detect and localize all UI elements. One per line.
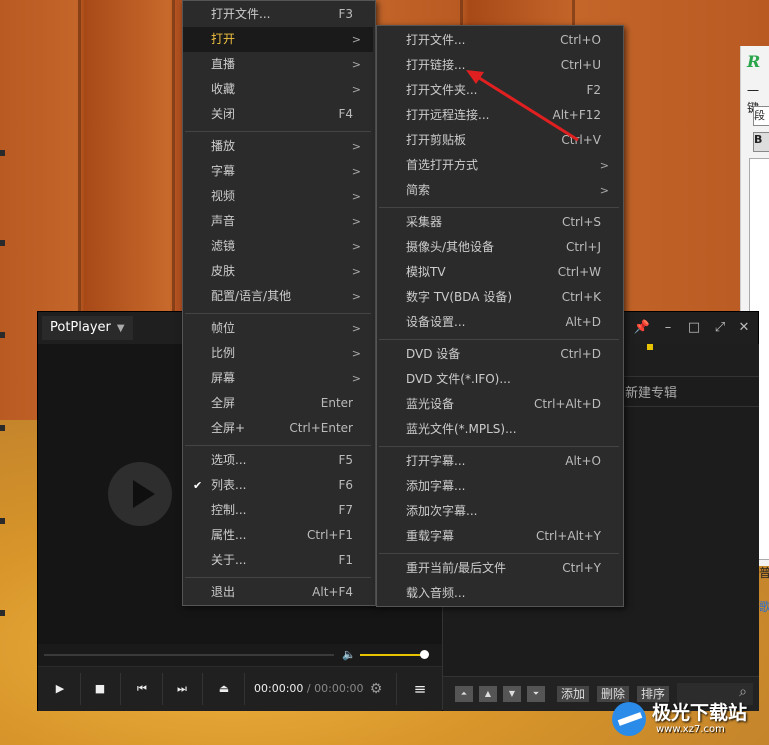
watermark-logo-icon (612, 702, 646, 736)
watermark: 极光下载站 www.xz7.com (612, 696, 769, 742)
arrow-shaft (475, 74, 579, 142)
arrow-head (466, 70, 484, 84)
annotation-arrow (466, 70, 579, 142)
watermark-url: www.xz7.com (656, 724, 725, 735)
watermark-title: 极光下载站 (652, 702, 748, 724)
